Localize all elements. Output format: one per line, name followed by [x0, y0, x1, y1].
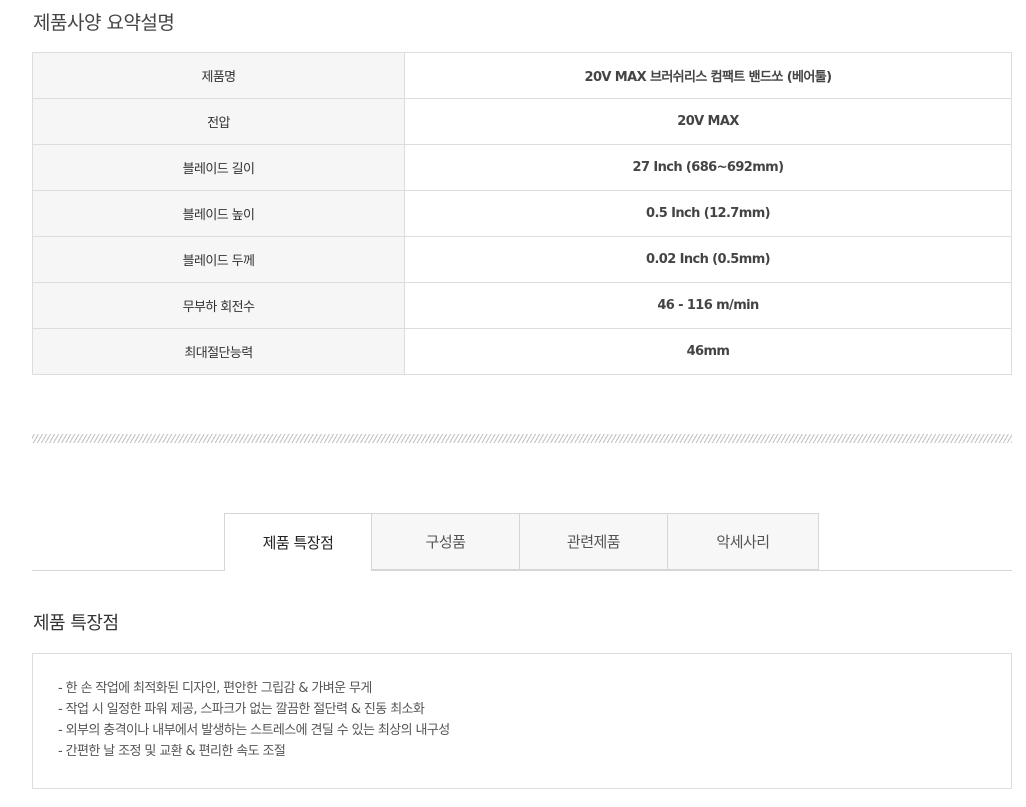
list-item: - 작업 시 일정한 파워 제공, 스파크가 없는 깔끔한 절단력 & 진동 최… [58, 702, 425, 717]
tab-label: 제품 특장점 [262, 534, 334, 552]
table-row: 전압 20V MAX [32, 98, 1012, 145]
tab-label: 관련제품 [566, 533, 621, 551]
spec-label-blade-length: 블레이드 길이 [32, 144, 405, 191]
features-section-title: 제품 특장점 [33, 613, 119, 634]
spec-value-blade-height: 0.5 Inch (12.7mm) [404, 190, 1012, 237]
spec-value-voltage: 20V MAX [404, 98, 1012, 145]
spec-value-no-load-speed: 46 - 116 m/min [404, 282, 1012, 329]
hatched-divider [32, 434, 1012, 443]
spec-value-blade-thickness: 0.02 Inch (0.5mm) [404, 236, 1012, 283]
list-item: - 한 손 작업에 최적화된 디자인, 편안한 그립감 & 가벼운 무게 [58, 681, 372, 696]
tab-related-products[interactable]: 관련제품 [520, 513, 668, 570]
table-row: 최대절단능력 46mm [32, 328, 1012, 375]
spec-label-voltage: 전압 [32, 98, 405, 145]
table-row: 블레이드 높이 0.5 Inch (12.7mm) [32, 190, 1012, 237]
table-row: 제품명 20V MAX 브러쉬리스 컴팩트 밴드쏘 (베어툴) [32, 52, 1012, 99]
list-item: - 외부의 충격이나 내부에서 발생하는 스트레스에 견딜 수 있는 최상의 내… [58, 723, 450, 738]
spec-value-max-cutting-capacity: 46mm [404, 328, 1012, 375]
spec-value-blade-length: 27 Inch (686~692mm) [404, 144, 1012, 191]
features-list: - 한 손 작업에 최적화된 디자인, 편안한 그립감 & 가벼운 무게 - 작… [58, 678, 986, 762]
spec-table: 제품명 20V MAX 브러쉬리스 컴팩트 밴드쏘 (베어툴) 전압 20V M… [32, 52, 1012, 375]
tab-accessories[interactable]: 악세사리 [668, 513, 819, 570]
features-box: - 한 손 작업에 최적화된 디자인, 편안한 그립감 & 가벼운 무게 - 작… [32, 653, 1012, 789]
page: 제품사양 요약설명 제품명 20V MAX 브러쉬리스 컴팩트 밴드쏘 (베어툴… [0, 0, 1026, 807]
table-row: 블레이드 길이 27 Inch (686~692mm) [32, 144, 1012, 191]
spec-label-blade-thickness: 블레이드 두께 [32, 236, 405, 283]
table-row: 블레이드 두께 0.02 Inch (0.5mm) [32, 236, 1012, 283]
spec-label-no-load-speed: 무부하 회전수 [32, 282, 405, 329]
tab-product-features[interactable]: 제품 특장점 [224, 513, 372, 571]
list-item: - 간편한 날 조정 및 교환 & 편리한 속도 조절 [58, 744, 286, 759]
spec-value-product-name: 20V MAX 브러쉬리스 컴팩트 밴드쏘 (베어툴) [404, 52, 1012, 99]
tab-label: 악세사리 [716, 533, 770, 551]
tab-components[interactable]: 구성품 [372, 513, 520, 570]
spec-label-blade-height: 블레이드 높이 [32, 190, 405, 237]
tab-label: 구성품 [425, 533, 466, 551]
spec-section-title: 제품사양 요약설명 [33, 12, 175, 34]
table-row: 무부하 회전수 46 - 116 m/min [32, 282, 1012, 329]
tabs-baseline [32, 570, 1012, 571]
spec-label-product-name: 제품명 [32, 52, 405, 99]
spec-label-max-cutting-capacity: 최대절단능력 [32, 328, 405, 375]
